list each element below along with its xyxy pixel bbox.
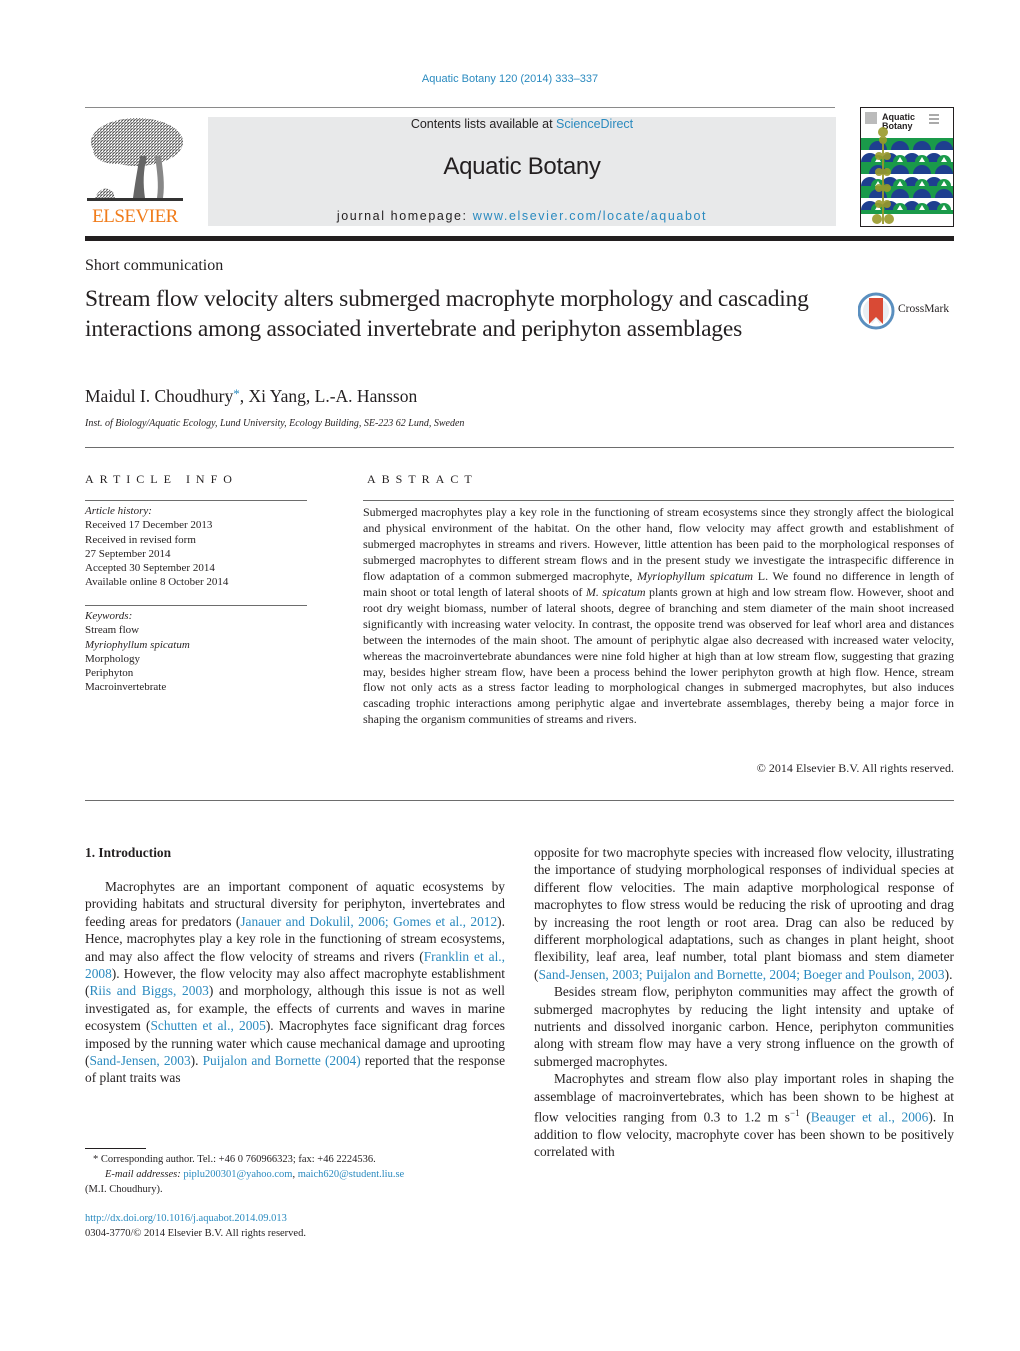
divider xyxy=(85,500,307,501)
keyword: Morphology xyxy=(85,652,140,665)
paragraph: Macrophytes and stream flow also play im… xyxy=(534,1070,954,1161)
body-column-right: opposite for two macrophyte species with… xyxy=(534,844,954,1161)
abstract-heading: ABSTRACT xyxy=(367,472,478,486)
journal-cover-thumbnail[interactable]: Aquatic Botany xyxy=(860,107,954,227)
crossmark-icon xyxy=(857,292,895,330)
abstract-copyright: © 2014 Elsevier B.V. All rights reserved… xyxy=(756,761,954,775)
corresponding-text: Corresponding author. Tel.: +46 0 760966… xyxy=(98,1154,376,1165)
header-divider xyxy=(85,236,954,241)
paragraph: opposite for two macrophyte species with… xyxy=(534,844,954,983)
crossmark-label: CrossMark xyxy=(898,303,950,315)
abstract-segment: plants grown at high and low stream flow… xyxy=(363,584,954,727)
author-separator: , xyxy=(239,386,249,406)
journal-reference-link[interactable]: Aquatic Botany 120 (2014) 333–337 xyxy=(422,73,598,85)
body-column-left: Macrophytes are an important component o… xyxy=(85,878,505,1087)
article-history: Article history: Received 17 December 20… xyxy=(85,504,307,590)
article-title: Stream flow velocity alters submerged ma… xyxy=(85,286,809,342)
homepage-line: journal homepage: www.elsevier.com/locat… xyxy=(208,209,836,223)
keyword: Myriophyllum spicatum xyxy=(85,638,190,651)
divider xyxy=(85,107,835,108)
keywords-label: Keywords: xyxy=(85,610,133,622)
email-line: E-mail addresses: piplu200301@yahoo.com,… xyxy=(85,1167,515,1182)
paragraph: Macrophytes are an important component o… xyxy=(85,878,505,1087)
article-type: Short communication xyxy=(85,257,224,274)
email-owner: (M.I. Choudhury). xyxy=(85,1184,163,1195)
citation-link[interactable]: Riis and Biggs, 2003 xyxy=(89,983,208,998)
keywords: Keywords: Stream flow Myriophyllum spica… xyxy=(85,609,307,695)
author-list: Maidul I. Choudhury*, Xi Yang, L.-A. Han… xyxy=(85,386,417,407)
affiliation: Inst. of Biology/Aquatic Ecology, Lund U… xyxy=(85,418,465,429)
citation-link[interactable]: Schutten et al., 2005 xyxy=(150,1018,265,1033)
crossmark-button[interactable]: CrossMark xyxy=(857,291,958,331)
article-history-label: Article history: xyxy=(85,505,152,517)
text-segment: opposite for two macrophyte species with… xyxy=(534,845,954,982)
section-heading-introduction: 1. Introduction xyxy=(85,845,172,860)
journal-cover-icon: Aquatic Botany xyxy=(861,112,953,224)
journal-banner: Contents lists available at ScienceDirec… xyxy=(208,117,836,226)
footnote: * Corresponding author. Tel.: +46 0 7609… xyxy=(85,1152,515,1197)
doi-block: http://dx.doi.org/10.1016/j.aquabot.2014… xyxy=(85,1212,306,1241)
divider xyxy=(85,447,954,448)
text-segment: Besides stream flow, periphyton communit… xyxy=(534,984,954,1069)
citation-link[interactable]: Sand-Jensen, 2003; Puijalon and Bornette… xyxy=(538,967,944,982)
doi-link[interactable]: http://dx.doi.org/10.1016/j.aquabot.2014… xyxy=(85,1213,287,1224)
keyword: Macroinvertebrate xyxy=(85,681,167,694)
divider xyxy=(85,800,954,801)
superscript: −1 xyxy=(790,1108,800,1119)
journal-reference[interactable]: Aquatic Botany 120 (2014) 333–337 xyxy=(0,73,1020,85)
history-item: Available online 8 October 2014 xyxy=(85,576,229,589)
homepage-link[interactable]: www.elsevier.com/locate/aquabot xyxy=(473,209,707,223)
citation-link[interactable]: Puijalon and Bornette (2004) xyxy=(203,1053,361,1068)
paragraph: Besides stream flow, periphyton communit… xyxy=(534,983,954,1070)
species-name: M. spicatum xyxy=(585,584,646,599)
sciencedirect-link[interactable]: ScienceDirect xyxy=(556,117,633,131)
issn-copyright: 0304-3770/© 2014 Elsevier B.V. All right… xyxy=(85,1227,306,1239)
species-name: Myriophyllum spicatum xyxy=(637,568,754,583)
history-item: 27 September 2014 xyxy=(85,547,171,560)
corresponding-author-note: * Corresponding author. Tel.: +46 0 7609… xyxy=(85,1152,515,1167)
keyword: Periphyton xyxy=(85,667,134,680)
footnote-divider xyxy=(85,1148,146,1149)
history-item: Received in revised form xyxy=(85,533,196,546)
email-link[interactable]: maich620@student.liu.se xyxy=(298,1169,405,1180)
text-segment: ). xyxy=(944,966,953,982)
journal-title: Aquatic Botany xyxy=(443,153,601,180)
elsevier-logo[interactable]: ELSEVIER xyxy=(85,116,185,228)
author-name[interactable]: Xi Yang xyxy=(249,386,306,406)
divider xyxy=(85,605,307,606)
text-segment: ). xyxy=(190,1053,203,1069)
contents-prefix: Contents lists available at xyxy=(410,117,557,131)
author-separator: , xyxy=(305,386,315,406)
email-link[interactable]: piplu200301@yahoo.com xyxy=(183,1169,292,1180)
abstract-text: Submerged macrophytes play a key role in… xyxy=(363,505,954,728)
history-item: Accepted 30 September 2014 xyxy=(85,562,215,575)
email-label: E-mail addresses: xyxy=(105,1169,181,1180)
article-info-heading: ARTICLE INFO xyxy=(85,472,238,486)
history-item: Received 17 December 2013 xyxy=(85,519,213,532)
text-segment: ( xyxy=(799,1109,811,1125)
citation-link[interactable]: Sand-Jensen, 2003 xyxy=(89,1053,190,1068)
divider xyxy=(363,500,954,501)
citation-link[interactable]: Janauer and Dokulil, 2006; Gomes et al.,… xyxy=(240,914,497,929)
author-name[interactable]: Maidul I. Choudhury xyxy=(85,386,233,406)
elsevier-wordmark: ELSEVIER xyxy=(92,206,178,227)
elsevier-tree-icon xyxy=(87,118,183,201)
contents-line: Contents lists available at ScienceDirec… xyxy=(208,117,836,131)
keyword: Stream flow xyxy=(85,624,140,637)
homepage-prefix: journal homepage: xyxy=(336,209,473,223)
citation-link[interactable]: Beauger et al., 2006 xyxy=(811,1110,929,1125)
author-name[interactable]: L.-A. Hansson xyxy=(315,386,418,406)
